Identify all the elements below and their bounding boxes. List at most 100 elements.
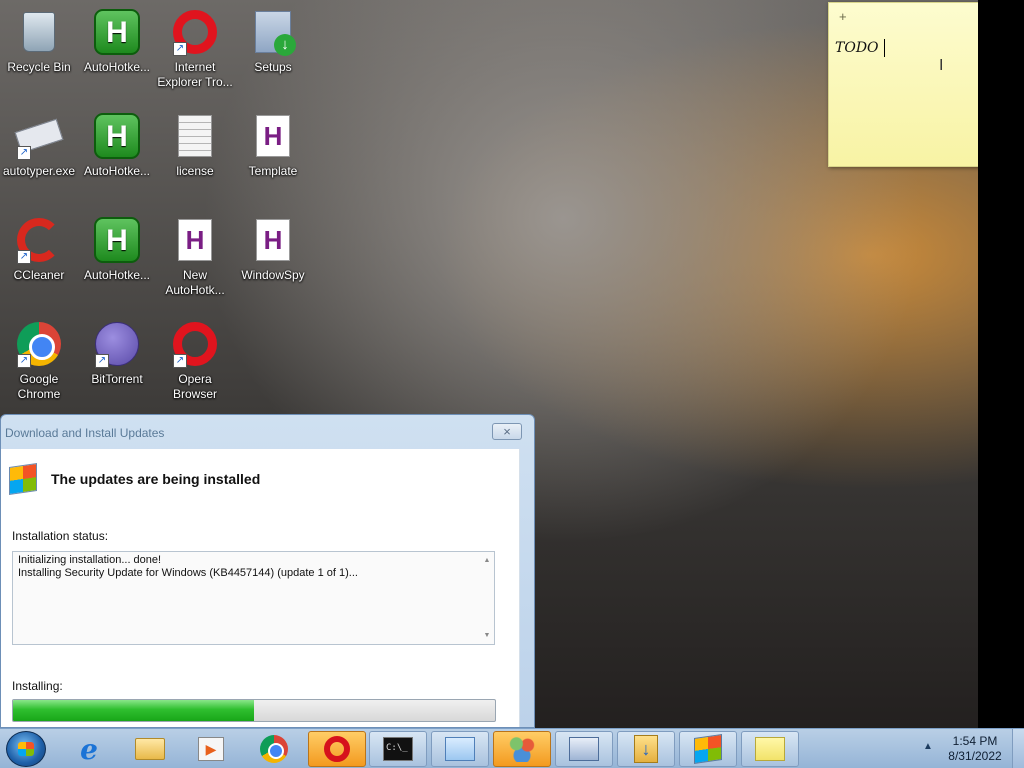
taskbar-windows-update[interactable] (679, 731, 737, 767)
delete-note-button[interactable]: × (989, 9, 997, 24)
sticky-note-content: TODO (835, 40, 879, 56)
command-prompt-icon: C:\_ (383, 737, 413, 761)
taskbar-command-prompt[interactable]: C:\_ (369, 731, 427, 767)
desktop-icon-opera-browser[interactable]: ↗ Opera Browser (156, 314, 234, 402)
opera-icon (324, 736, 350, 762)
installation-log[interactable]: Initializing installation... done! Insta… (12, 551, 495, 645)
desktop-icon-label: Internet Explorer Tro... (157, 60, 233, 89)
system-clock[interactable]: 1:54 PM 8/31/2022 (940, 734, 1010, 764)
text-caret (883, 39, 885, 57)
progress-fill (13, 700, 254, 721)
taskbar-downloads[interactable]: ↓ (617, 731, 675, 767)
log-scrollbar[interactable]: ▲ ▼ (482, 554, 492, 642)
desktop-icon-label: Template (248, 164, 298, 178)
shortcut-arrow-icon: ↗ (173, 42, 187, 56)
desktop-icon-ccleaner[interactable]: ↗ CCleaner (0, 210, 78, 283)
desktop-icon-label: autotyper.exe (2, 164, 76, 178)
taskbar-remote-desktop[interactable] (555, 731, 613, 767)
desktop-icon-windowspy[interactable]: H WindowSpy (234, 210, 312, 283)
desktop[interactable]: Recycle Bin H AutoHotke... ↗ Internet Ex… (0, 0, 1024, 728)
ahk-script-icon: H (171, 216, 219, 264)
log-line: Installing Security Update for Windows (… (18, 567, 358, 579)
ibeam-cursor-icon: I (939, 57, 944, 74)
desktop-icon-template[interactable]: H Template (234, 106, 312, 179)
dialog-title: Download and Install Updates (5, 426, 165, 440)
shortcut-arrow-icon: ↗ (95, 354, 109, 368)
desktop-icon-label: AutoHotke... (83, 60, 151, 74)
desktop-icon-license[interactable]: license (156, 106, 234, 179)
chrome-icon (260, 735, 288, 763)
start-button[interactable] (6, 731, 46, 767)
opera-icon: ↗ (171, 8, 219, 56)
desktop-icon-autotyper[interactable]: ↗ autotyper.exe (0, 106, 78, 179)
sticky-note[interactable]: + × TODO I (828, 2, 1008, 167)
desktop-icon-internet-explorer[interactable]: ↗ Internet Explorer Tro... (156, 2, 234, 90)
sticky-notes-icon (755, 737, 785, 761)
taskbar-google-chrome[interactable] (245, 731, 303, 767)
add-note-button[interactable]: + (839, 9, 847, 24)
resize-grip-icon[interactable] (997, 156, 1005, 164)
download-folder-icon: ↓ (634, 735, 658, 763)
taskbar-opera[interactable] (308, 731, 366, 767)
dialog-heading: The updates are being installed (51, 471, 261, 487)
internet-explorer-icon: e (80, 732, 98, 766)
desktop-icon-autohotkey-1[interactable]: H AutoHotke... (78, 2, 156, 75)
log-line: Initializing installation... done! (18, 554, 162, 566)
desktop-icon-label: Google Chrome (17, 372, 61, 401)
taskbar-internet-explorer[interactable]: e (60, 731, 118, 767)
show-desktop-button[interactable] (1012, 729, 1024, 768)
install-progress-bar (12, 699, 496, 722)
desktop-icon-autohotkey-3[interactable]: H AutoHotke... (78, 210, 156, 283)
scroll-down-icon[interactable]: ▼ (482, 629, 492, 642)
taskbar-media-player[interactable]: ▶ (182, 731, 240, 767)
taskbar-resource-monitor[interactable] (431, 731, 489, 767)
desktop-icon-label: BitTorrent (91, 372, 143, 386)
autohotkey-icon: H (93, 8, 141, 56)
ahk-script-icon: H (249, 112, 297, 160)
desktop-icon-bittorrent[interactable]: ↗ BitTorrent (78, 314, 156, 387)
desktop-icon-new-autohotkey[interactable]: H New AutoHotk... (156, 210, 234, 298)
desktop-icon-label: Opera Browser (172, 372, 217, 401)
windows-update-icon (9, 463, 37, 495)
desktop-icon-label: Recycle Bin (7, 60, 71, 74)
dialog-content: The updates are being installed Installa… (1, 449, 520, 727)
desktop-icon-label: CCleaner (13, 268, 65, 282)
ccleaner-icon: ↗ (15, 216, 63, 264)
remote-desktop-icon (569, 737, 599, 761)
sticky-note-toolbar: + × (829, 3, 1007, 29)
ahk-script-icon: H (249, 216, 297, 264)
opera-icon: ↗ (171, 320, 219, 368)
installer-icon (249, 8, 297, 56)
taskbar-sticky-notes[interactable] (741, 731, 799, 767)
keyboard-icon: ↗ (14, 112, 64, 160)
sticky-note-text[interactable]: TODO (835, 39, 1007, 57)
desktop-icon-label: Setups (254, 60, 292, 74)
show-hidden-icons-icon[interactable]: ▲ (923, 741, 933, 752)
desktop-icon-label: WindowSpy (241, 268, 305, 282)
desktop-icon-autohotkey-2[interactable]: H AutoHotke... (78, 106, 156, 179)
windows-update-icon (694, 734, 722, 764)
shortcut-arrow-icon: ↗ (173, 354, 187, 368)
clock-time: 1:54 PM (952, 734, 998, 748)
text-document-icon (171, 112, 219, 160)
scroll-up-icon[interactable]: ▲ (482, 554, 492, 567)
shortcut-arrow-icon: ↗ (17, 250, 31, 264)
media-player-icon: ▶ (198, 737, 224, 761)
clock-date: 8/31/2022 (948, 749, 1002, 763)
update-dialog[interactable]: Download and Install Updates × The updat… (0, 414, 535, 728)
chrome-icon: ↗ (15, 320, 63, 368)
installing-label: Installing: (12, 679, 63, 693)
autohotkey-icon: H (93, 112, 141, 160)
users-icon (508, 736, 536, 762)
taskbar-user-accounts[interactable] (493, 731, 551, 767)
desktop-icon-label: license (176, 164, 214, 178)
close-button[interactable]: × (492, 423, 522, 440)
shortcut-arrow-icon: ↗ (17, 146, 31, 160)
dialog-titlebar[interactable]: Download and Install Updates × (1, 415, 534, 449)
desktop-icon-google-chrome[interactable]: ↗ Google Chrome (0, 314, 78, 402)
desktop-icon-recycle-bin[interactable]: Recycle Bin (0, 2, 78, 75)
bittorrent-icon: ↗ (93, 320, 141, 368)
taskbar-windows-explorer[interactable] (121, 731, 179, 767)
taskbar: e ▶ C:\_ ↓ ▲ 1:54 PM 8/31/2022 (0, 728, 1024, 768)
desktop-icon-setups[interactable]: Setups (234, 2, 312, 75)
